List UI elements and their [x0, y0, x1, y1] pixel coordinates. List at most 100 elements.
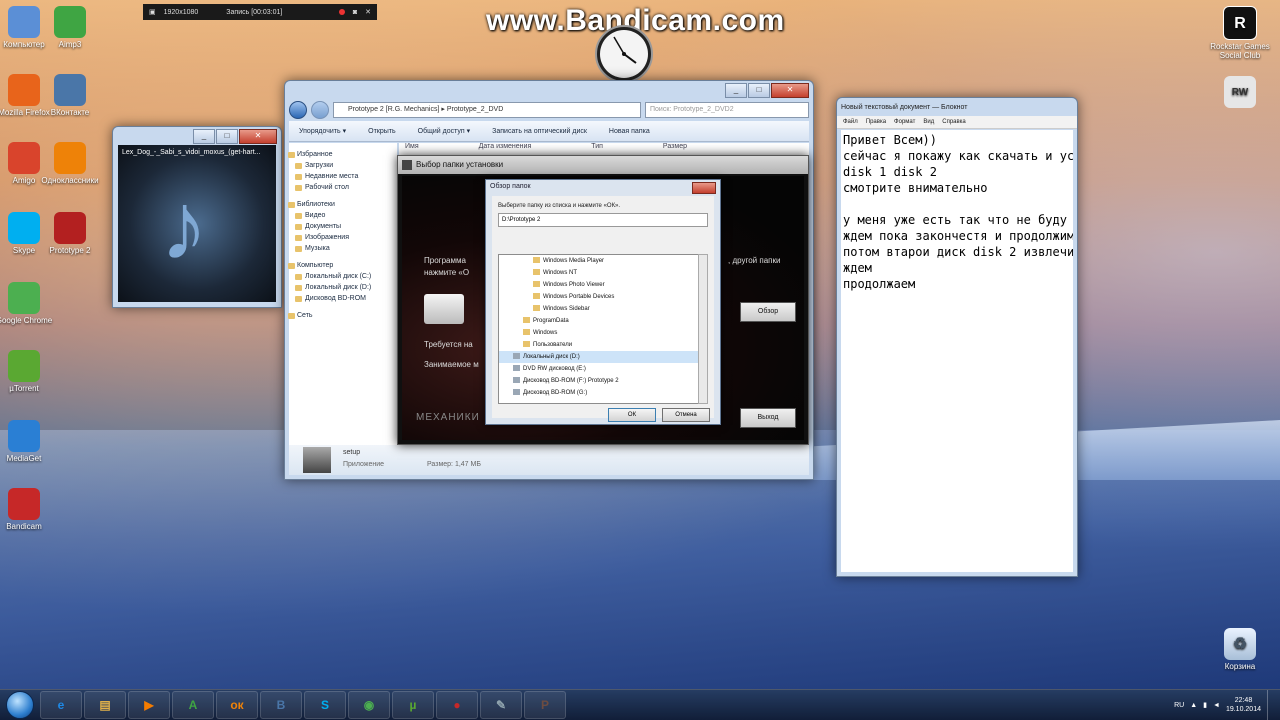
- record-dot-icon[interactable]: [338, 9, 345, 15]
- new-folder-button[interactable]: Новая папка: [609, 128, 650, 135]
- rockstar-social-club-shortcut[interactable]: R Rockstar Games Social Club: [1210, 6, 1270, 60]
- desktop-shortcut[interactable]: Google Chrome: [0, 282, 54, 325]
- vk-icon[interactable]: В: [260, 691, 302, 719]
- start-button[interactable]: [0, 690, 40, 720]
- minimize-button[interactable]: _: [725, 82, 747, 98]
- back-button[interactable]: [289, 101, 307, 119]
- tree-item[interactable]: Windows NT: [499, 267, 699, 279]
- tree-item[interactable]: Дисковод BD-ROM (F:) Prototype 2: [499, 375, 699, 387]
- address-bar[interactable]: Prototype 2 [R.G. Mechanics] ▸ Prototype…: [333, 102, 641, 118]
- media-titlebar[interactable]: _ □ ✕: [113, 127, 281, 145]
- notepad-window[interactable]: Новый текстовый документ — Блокнот Файл …: [836, 97, 1078, 577]
- nav-bd-rom[interactable]: Дисковод BD-ROM: [289, 293, 397, 304]
- network-icon[interactable]: ▮: [1203, 701, 1207, 709]
- nav-desktop[interactable]: Рабочий стол: [289, 182, 397, 193]
- menu-file[interactable]: Файл: [843, 116, 858, 128]
- desktop-shortcut[interactable]: µTorrent: [0, 350, 54, 393]
- notepad-titlebar[interactable]: Новый текстовый документ — Блокнот: [837, 98, 1077, 116]
- nav-network[interactable]: Сеть: [288, 310, 397, 321]
- chrome-icon[interactable]: ◉: [348, 691, 390, 719]
- column-type[interactable]: Тип: [591, 143, 603, 155]
- clock-gadget[interactable]: [584, 23, 664, 85]
- show-desktop-button[interactable]: [1267, 690, 1280, 720]
- installer-titlebar[interactable]: Выбор папки установки: [398, 156, 808, 174]
- menu-help[interactable]: Справка: [942, 116, 966, 128]
- minimize-button[interactable]: _: [193, 128, 215, 144]
- ie-icon[interactable]: e: [40, 691, 82, 719]
- tray-arrow-icon[interactable]: ▲: [1190, 702, 1197, 709]
- maximize-button[interactable]: □: [216, 128, 238, 144]
- camera-icon[interactable]: ◙: [353, 9, 357, 16]
- volume-icon[interactable]: ◄: [1213, 702, 1220, 709]
- forward-button[interactable]: [311, 101, 329, 119]
- notepad-text-area[interactable]: Привет Всем)) сейчас я покажу как скачат…: [841, 130, 1073, 572]
- bandicam-recorder-bar[interactable]: ▣ 1920x1080 Запись [00:03:01] ◙ ✕: [143, 4, 377, 20]
- media-player-window[interactable]: _ □ ✕ Lex_Dog_-_Sabi_s_vidoi_moxus_(get-…: [112, 126, 282, 308]
- breadcrumb-item[interactable]: Prototype_2_DVD: [447, 106, 503, 113]
- tree-item[interactable]: Windows Sidebar: [499, 303, 699, 315]
- nav-downloads[interactable]: Загрузки: [289, 160, 397, 171]
- share-button[interactable]: Общий доступ ▾: [418, 127, 471, 135]
- desktop-shortcut[interactable]: Aimp3: [40, 6, 100, 49]
- nav-music[interactable]: Музыка: [289, 243, 397, 254]
- browse-button[interactable]: Обзор: [740, 302, 796, 322]
- nav-recent[interactable]: Недавние места: [289, 171, 397, 182]
- open-button[interactable]: Открыть: [368, 128, 396, 135]
- desktop-shortcut[interactable]: MediaGet: [0, 420, 54, 463]
- bandicam-icon[interactable]: ●: [436, 691, 478, 719]
- nav-libraries[interactable]: Библиотеки: [288, 199, 397, 210]
- close-button[interactable]: [692, 182, 716, 194]
- utorrent-icon[interactable]: µ: [392, 691, 434, 719]
- column-size[interactable]: Размер: [663, 143, 687, 155]
- close-button[interactable]: ✕: [771, 82, 809, 98]
- tree-item[interactable]: Локальный диск (D:): [499, 351, 699, 363]
- tree-item[interactable]: Дисковод BD-ROM (G:): [499, 387, 699, 399]
- odnoklassniki-icon[interactable]: ок: [216, 691, 258, 719]
- menu-view[interactable]: Вид: [923, 116, 934, 128]
- menu-format[interactable]: Формат: [894, 116, 915, 128]
- cancel-button[interactable]: Отмена: [662, 408, 710, 422]
- tree-item[interactable]: Windows Media Player: [499, 255, 699, 267]
- breadcrumb-item[interactable]: Prototype 2 [R.G. Mechanics]: [348, 106, 439, 113]
- browse-folder-dialog[interactable]: Обзор папок Выберите папку из списка и н…: [485, 179, 721, 425]
- bandicam-desktop-shortcut[interactable]: RW: [1210, 76, 1270, 110]
- nav-computer[interactable]: Компьютер: [288, 260, 397, 271]
- column-name[interactable]: Имя: [405, 143, 419, 155]
- tree-item[interactable]: ProgramData: [499, 315, 699, 327]
- organize-button[interactable]: Упорядочить ▾: [299, 127, 346, 135]
- recycle-bin-shortcut[interactable]: ♻ Корзина: [1210, 628, 1270, 671]
- maximize-button[interactable]: □: [748, 82, 770, 98]
- desktop-shortcut[interactable]: ВКонтакте: [40, 74, 100, 117]
- aimp-icon[interactable]: A: [172, 691, 214, 719]
- nav-video[interactable]: Видео: [289, 210, 397, 221]
- desktop-shortcut[interactable]: Prototype 2: [40, 212, 100, 255]
- tray-clock[interactable]: 22:48 19.10.2014: [1226, 696, 1261, 714]
- close-button[interactable]: ✕: [239, 128, 277, 144]
- prototype-icon[interactable]: P: [524, 691, 566, 719]
- nav-pictures[interactable]: Изображения: [289, 232, 397, 243]
- menu-edit[interactable]: Правка: [866, 116, 886, 128]
- tree-item[interactable]: Windows Portable Devices: [499, 291, 699, 303]
- tree-item[interactable]: Windows: [499, 327, 699, 339]
- nav-drive-d[interactable]: Локальный диск (D:): [289, 282, 397, 293]
- close-icon[interactable]: ✕: [365, 8, 371, 16]
- folder-path-input[interactable]: D:\Prototype 2: [498, 213, 708, 227]
- explorer-icon[interactable]: ▤: [84, 691, 126, 719]
- exit-button[interactable]: Выход: [740, 408, 796, 428]
- desktop-shortcut[interactable]: Одноклассники: [40, 142, 100, 185]
- tree-item[interactable]: Пользователи: [499, 339, 699, 351]
- desktop-shortcut[interactable]: Bandicam: [0, 488, 54, 531]
- search-input[interactable]: Поиск: Prototype_2_DVD2: [645, 102, 809, 118]
- ok-button[interactable]: ОК: [608, 408, 656, 422]
- skype-icon[interactable]: S: [304, 691, 346, 719]
- nav-documents[interactable]: Документы: [289, 221, 397, 232]
- nav-drive-c[interactable]: Локальный диск (C:): [289, 271, 397, 282]
- tree-item[interactable]: Windows Photo Viewer: [499, 279, 699, 291]
- folder-tree[interactable]: Windows Media Player Windows NT Windows Ph…: [498, 254, 700, 404]
- nav-favorites[interactable]: Избранное: [288, 149, 397, 160]
- burn-button[interactable]: Записать на оптический диск: [492, 128, 587, 135]
- explorer-titlebar[interactable]: _ □ ✕: [285, 81, 813, 99]
- tree-item[interactable]: DVD RW дисковод (E:): [499, 363, 699, 375]
- media-player-icon[interactable]: ▶: [128, 691, 170, 719]
- tree-scrollbar[interactable]: [698, 254, 708, 404]
